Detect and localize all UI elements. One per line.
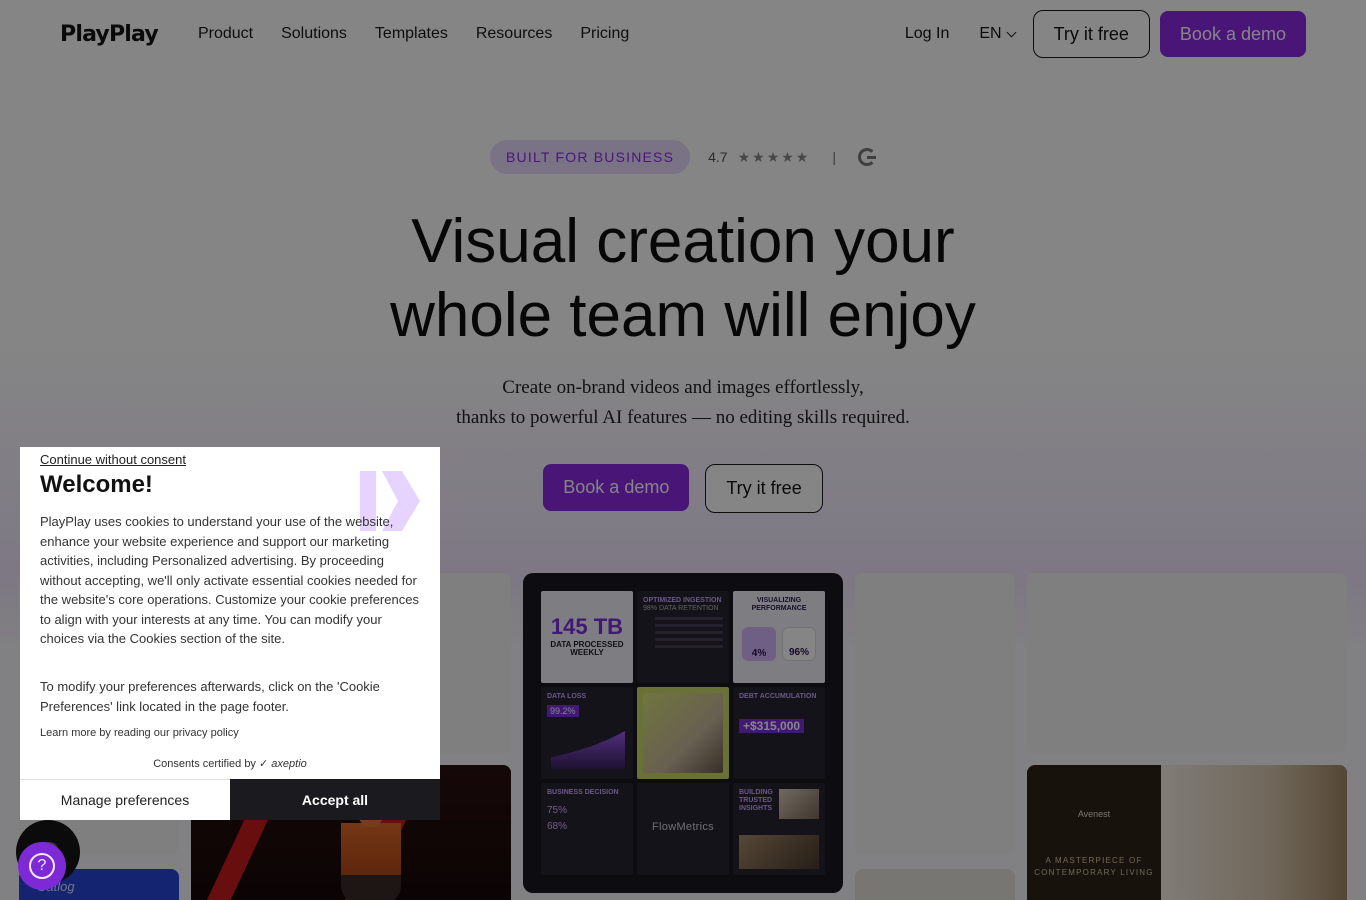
continue-without-consent-link[interactable]: Continue without consent xyxy=(40,452,186,467)
accept-all-button[interactable]: Accept all xyxy=(230,779,440,820)
certified-label: Consents certified by xyxy=(153,758,256,770)
cookie-body-text-2: To modify your preferences afterwards, c… xyxy=(40,679,380,714)
privacy-policy-link[interactable]: Learn more by reading our privacy policy xyxy=(40,727,239,739)
consent-certification: Consents certified by ✓ axeptio xyxy=(20,757,440,770)
cookie-buttons: Manage preferences Accept all xyxy=(20,779,440,820)
cookie-title: Welcome! xyxy=(40,471,153,498)
manage-preferences-button[interactable]: Manage preferences xyxy=(20,779,230,820)
page: PlayPlay Product Solutions Templates Res… xyxy=(0,0,1366,900)
cookie-body-text: PlayPlay uses cookies to understand your… xyxy=(40,514,419,646)
help-button[interactable]: ? xyxy=(18,842,66,890)
cookie-consent-dialog: Continue without consent Welcome! PlayPl… xyxy=(20,447,440,820)
axeptio-logo: axeptio xyxy=(271,758,307,770)
question-mark-icon: ? xyxy=(29,853,55,879)
axeptio-check-icon: ✓ xyxy=(259,758,269,770)
